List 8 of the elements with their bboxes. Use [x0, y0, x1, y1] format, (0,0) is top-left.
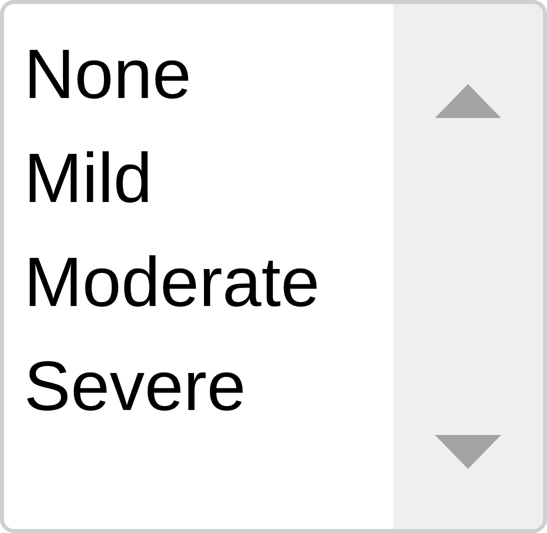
list-option[interactable]: Mild [24, 126, 152, 230]
scroll-up-icon[interactable] [435, 84, 501, 118]
list-option[interactable]: None [24, 22, 192, 126]
list-option[interactable]: Severe [24, 334, 246, 438]
scrollbar[interactable] [393, 4, 543, 529]
list-option[interactable]: Moderate [24, 230, 320, 334]
scroll-down-icon[interactable] [435, 435, 501, 469]
listbox[interactable]: None Mild Moderate Severe [0, 0, 547, 533]
